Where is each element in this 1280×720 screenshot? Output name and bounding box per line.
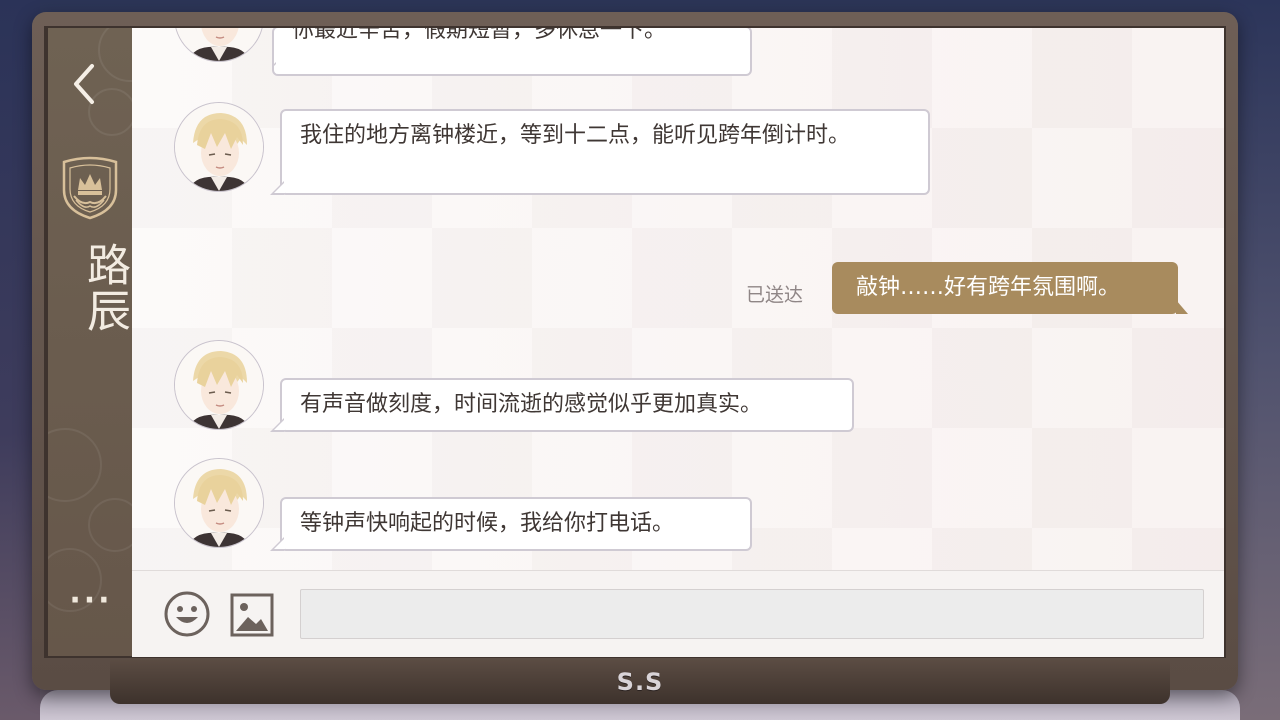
contact-avatar[interactable]	[174, 340, 264, 430]
image-icon	[230, 593, 274, 637]
emoji-button[interactable]	[164, 591, 210, 637]
message-text: 等钟声快响起的时候，我给你打电话。	[300, 511, 675, 536]
avatar-portrait	[175, 459, 263, 547]
contact-avatar[interactable]	[174, 28, 264, 62]
more-button[interactable]: ···	[66, 586, 116, 616]
message-bubble-incoming[interactable]: 我住的地方离钟楼近，等到十二点，能听见跨年倒计时。	[270, 109, 930, 195]
message-text: 敲钟……好有跨年氛围啊。	[856, 275, 1121, 300]
contact-avatar[interactable]	[174, 458, 264, 548]
brand-logo: S.S	[616, 668, 664, 696]
avatar-portrait	[176, 28, 262, 61]
message-text: 你最近辛苦，假期短暂，多休息一下。	[292, 28, 667, 43]
message-text: 有声音做刻度，时间流逝的感觉似乎更加真实。	[300, 392, 763, 417]
message-bubble-incoming[interactable]: 你最近辛苦，假期短暂，多休息一下。	[272, 28, 752, 76]
input-bar	[132, 570, 1224, 657]
delivery-status: 已送达	[746, 284, 804, 306]
back-button[interactable]	[68, 62, 104, 106]
smiley-icon	[164, 591, 210, 637]
contact-sidebar: 路辰 ···	[48, 28, 132, 656]
rose-decoration	[88, 498, 132, 552]
message-input[interactable]	[300, 589, 1204, 639]
image-button[interactable]	[230, 593, 274, 637]
chat-area[interactable]: 你最近辛苦，假期短暂，多休息一下。 我住的地方离钟楼近，等到十二点，能听见跨年倒…	[132, 28, 1224, 570]
device-base: S.S	[110, 660, 1170, 704]
contact-name: 路辰	[79, 242, 130, 334]
message-bubble-incoming[interactable]: 有声音做刻度，时间流逝的感觉似乎更加真实。	[270, 378, 854, 432]
contact-avatar[interactable]	[174, 102, 264, 192]
message-text: 我住的地方离钟楼近，等到十二点，能听见跨年倒计时。	[300, 123, 851, 148]
avatar-portrait	[175, 103, 263, 191]
message-bubble-outgoing[interactable]: 敲钟……好有跨年氛围啊。	[832, 262, 1188, 314]
message-bubble-incoming[interactable]: 等钟声快响起的时候，我给你打电话。	[270, 497, 752, 551]
chevron-left-icon	[74, 64, 94, 104]
avatar-portrait	[175, 341, 263, 429]
crown-crest-icon	[60, 156, 120, 220]
rose-decoration	[48, 428, 102, 502]
